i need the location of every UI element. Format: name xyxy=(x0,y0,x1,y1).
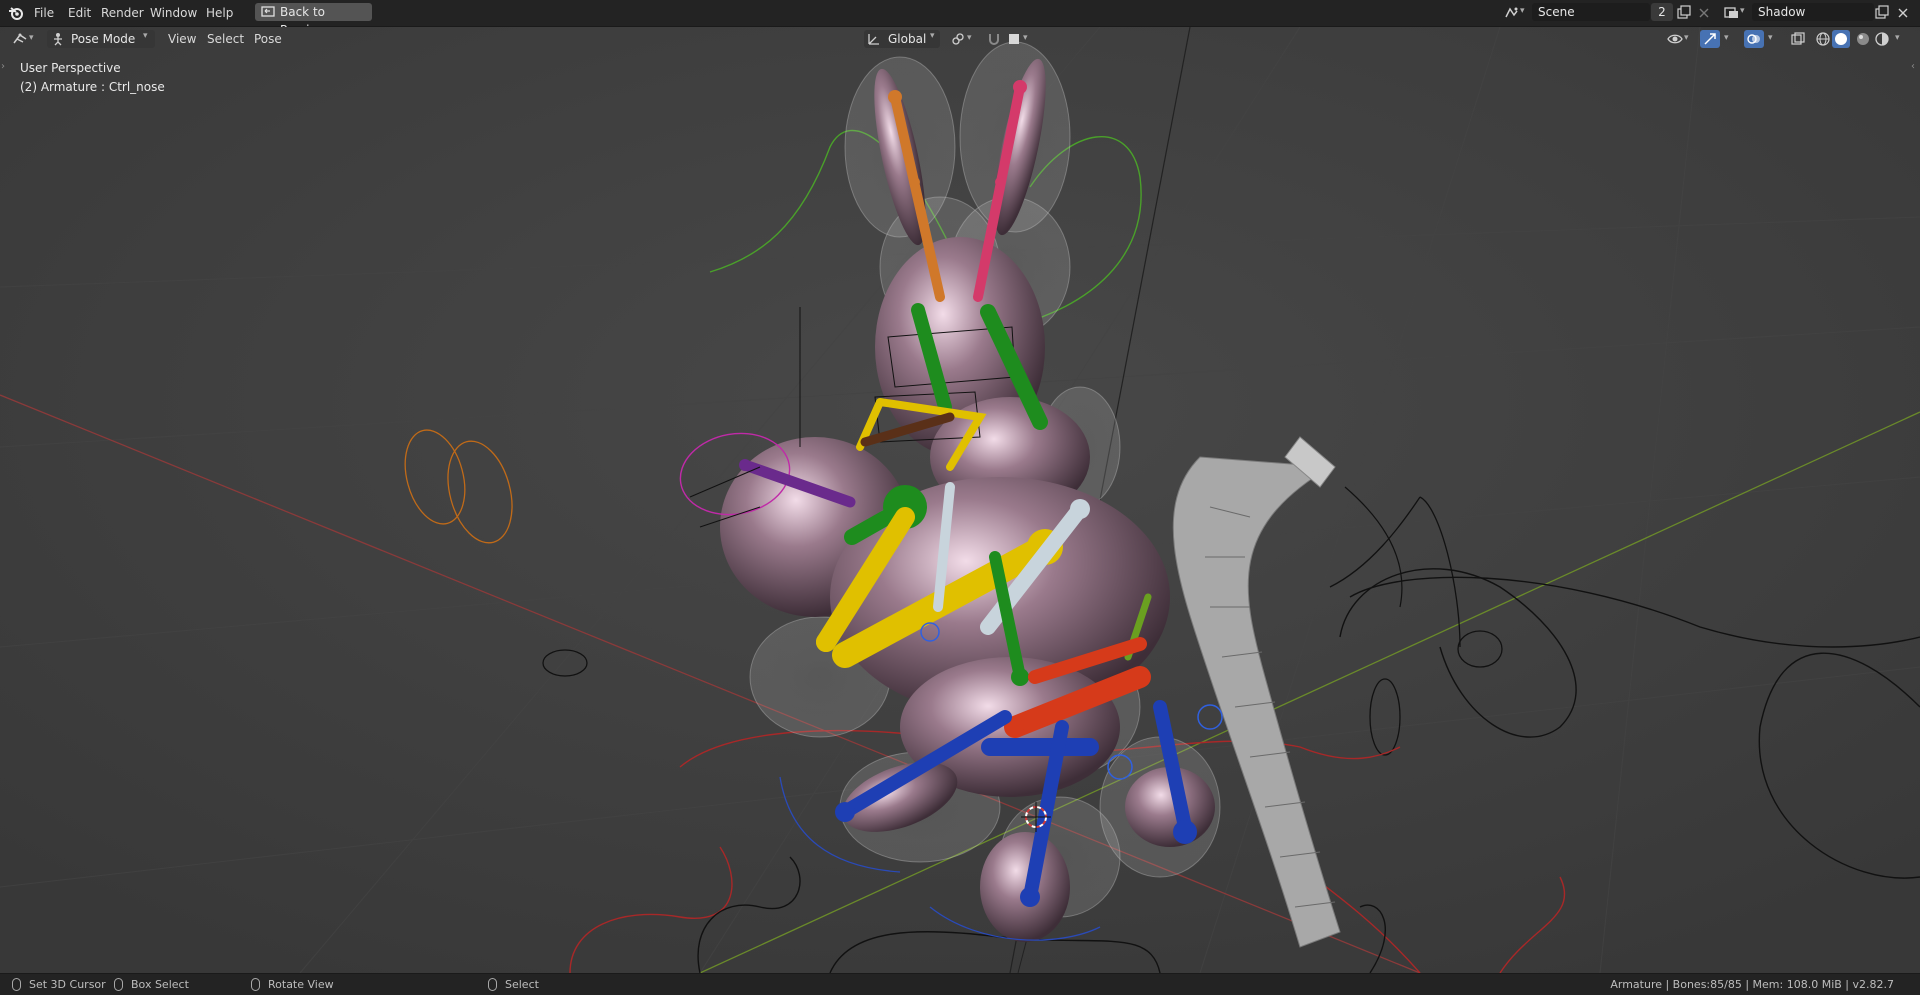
gizmo-icon xyxy=(1704,33,1716,45)
status-rotate-view: Rotate View xyxy=(251,977,334,993)
duplicate-view-layer-icon[interactable] xyxy=(1874,5,1890,21)
status-bar: Set 3D Cursor Box Select Rotate View Sel… xyxy=(0,973,1920,995)
transform-orientation-chevron-icon: ▾ xyxy=(930,31,935,41)
view-layer-icon[interactable] xyxy=(1724,5,1740,21)
status-rotate-view-label: Rotate View xyxy=(268,978,334,991)
snap-chevron-icon[interactable]: ▾ xyxy=(1023,33,1028,43)
overlays-icon xyxy=(1747,34,1760,44)
editor-type-icon[interactable] xyxy=(12,31,28,47)
perspective-label: User Perspective xyxy=(20,61,121,75)
xray-toggle-icon[interactable] xyxy=(1790,31,1806,47)
screen-back-icon xyxy=(261,6,275,17)
mode-selector[interactable]: Pose Mode ▾ xyxy=(47,30,155,48)
scene-dropdown-chevron-icon[interactable]: ▾ xyxy=(1520,6,1525,16)
mode-chevron-icon: ▾ xyxy=(143,31,148,41)
viewport-scene[interactable] xyxy=(0,27,1920,973)
pivot-point-chevron-icon[interactable]: ▾ xyxy=(967,33,972,43)
mouse-right-icon xyxy=(488,977,497,991)
overlays-chevron-icon[interactable]: ▾ xyxy=(1768,33,1773,43)
toolbar-toggle-icon[interactable]: › xyxy=(1,61,5,72)
mouse-left-icon xyxy=(12,977,21,991)
editor-type-chevron-icon[interactable]: ▾ xyxy=(29,33,34,43)
snap-icon[interactable] xyxy=(986,31,1002,47)
viewport-header: ▾ Pose Mode ▾ View Select Pose Global ▾ … xyxy=(0,27,1920,51)
mouse-middle-icon xyxy=(251,977,260,991)
status-set-3d-cursor: Set 3D Cursor xyxy=(12,977,106,993)
active-object-label: (2) Armature : Ctrl_nose xyxy=(20,80,165,94)
shading-wireframe-icon[interactable] xyxy=(1815,31,1831,47)
scene-statistics: Armature | Bones:85/85 | Mem: 108.0 MiB … xyxy=(1610,978,1894,991)
gizmo-toggle-button[interactable] xyxy=(1700,30,1720,48)
sidebar-toggle-icon[interactable]: ‹ xyxy=(1911,61,1915,72)
transform-orientation-label: Global xyxy=(888,32,927,46)
scene-users-count[interactable]: 2 xyxy=(1651,3,1673,21)
mode-label: Pose Mode xyxy=(71,32,136,46)
menu-view[interactable]: View xyxy=(168,30,196,48)
status-box-select-label: Box Select xyxy=(131,978,189,991)
menu-edit[interactable]: Edit xyxy=(63,4,96,22)
status-box-select: Box Select xyxy=(114,977,189,993)
mouse-drag-icon xyxy=(114,977,123,991)
snap-target-icon[interactable] xyxy=(1006,31,1022,47)
scene-icon[interactable] xyxy=(1504,5,1520,21)
transform-orientation-selector[interactable]: Global ▾ xyxy=(864,30,940,48)
status-select-label: Select xyxy=(505,978,539,991)
shading-material-icon[interactable] xyxy=(1855,31,1871,47)
shading-chevron-icon[interactable]: ▾ xyxy=(1895,33,1900,43)
global-axes-icon xyxy=(868,34,879,45)
menu-help[interactable]: Help xyxy=(201,4,238,22)
status-set-3d-cursor-label: Set 3D Cursor xyxy=(29,978,106,991)
scene-name-field[interactable]: Scene xyxy=(1532,3,1650,21)
menu-file[interactable]: File xyxy=(29,4,59,22)
blender-logo-icon[interactable] xyxy=(8,5,24,21)
menu-render[interactable]: Render xyxy=(96,4,149,22)
gizmo-chevron-icon[interactable]: ▾ xyxy=(1724,33,1729,43)
visibility-chevron-icon[interactable]: ▾ xyxy=(1684,33,1689,43)
back-to-previous-button[interactable]: Back to Previous xyxy=(255,3,372,37)
shading-rendered-icon[interactable] xyxy=(1874,31,1890,47)
shading-solid-icon xyxy=(1835,33,1847,45)
menu-pose[interactable]: Pose xyxy=(254,30,282,48)
delete-view-layer-icon[interactable] xyxy=(1895,5,1911,21)
menu-select[interactable]: Select xyxy=(207,30,244,48)
delete-scene-icon[interactable] xyxy=(1696,5,1712,21)
view-layer-name-field[interactable]: Shadow xyxy=(1752,3,1874,21)
pose-mode-icon xyxy=(54,33,62,46)
overlays-toggle-button[interactable] xyxy=(1744,30,1764,48)
visibility-eye-icon[interactable] xyxy=(1667,31,1683,47)
shading-solid-button[interactable] xyxy=(1832,30,1850,48)
pivot-point-icon[interactable] xyxy=(950,31,966,47)
view-layer-dropdown-chevron-icon[interactable]: ▾ xyxy=(1740,6,1745,16)
status-select: Select xyxy=(488,977,539,993)
duplicate-scene-icon[interactable] xyxy=(1676,5,1692,21)
top-bar: File Edit Render Window Help Back to Pre… xyxy=(0,0,1920,37)
menu-window[interactable]: Window xyxy=(145,4,202,22)
3d-viewport[interactable]: User Perspective (2) Armature : Ctrl_nos… xyxy=(0,27,1920,973)
